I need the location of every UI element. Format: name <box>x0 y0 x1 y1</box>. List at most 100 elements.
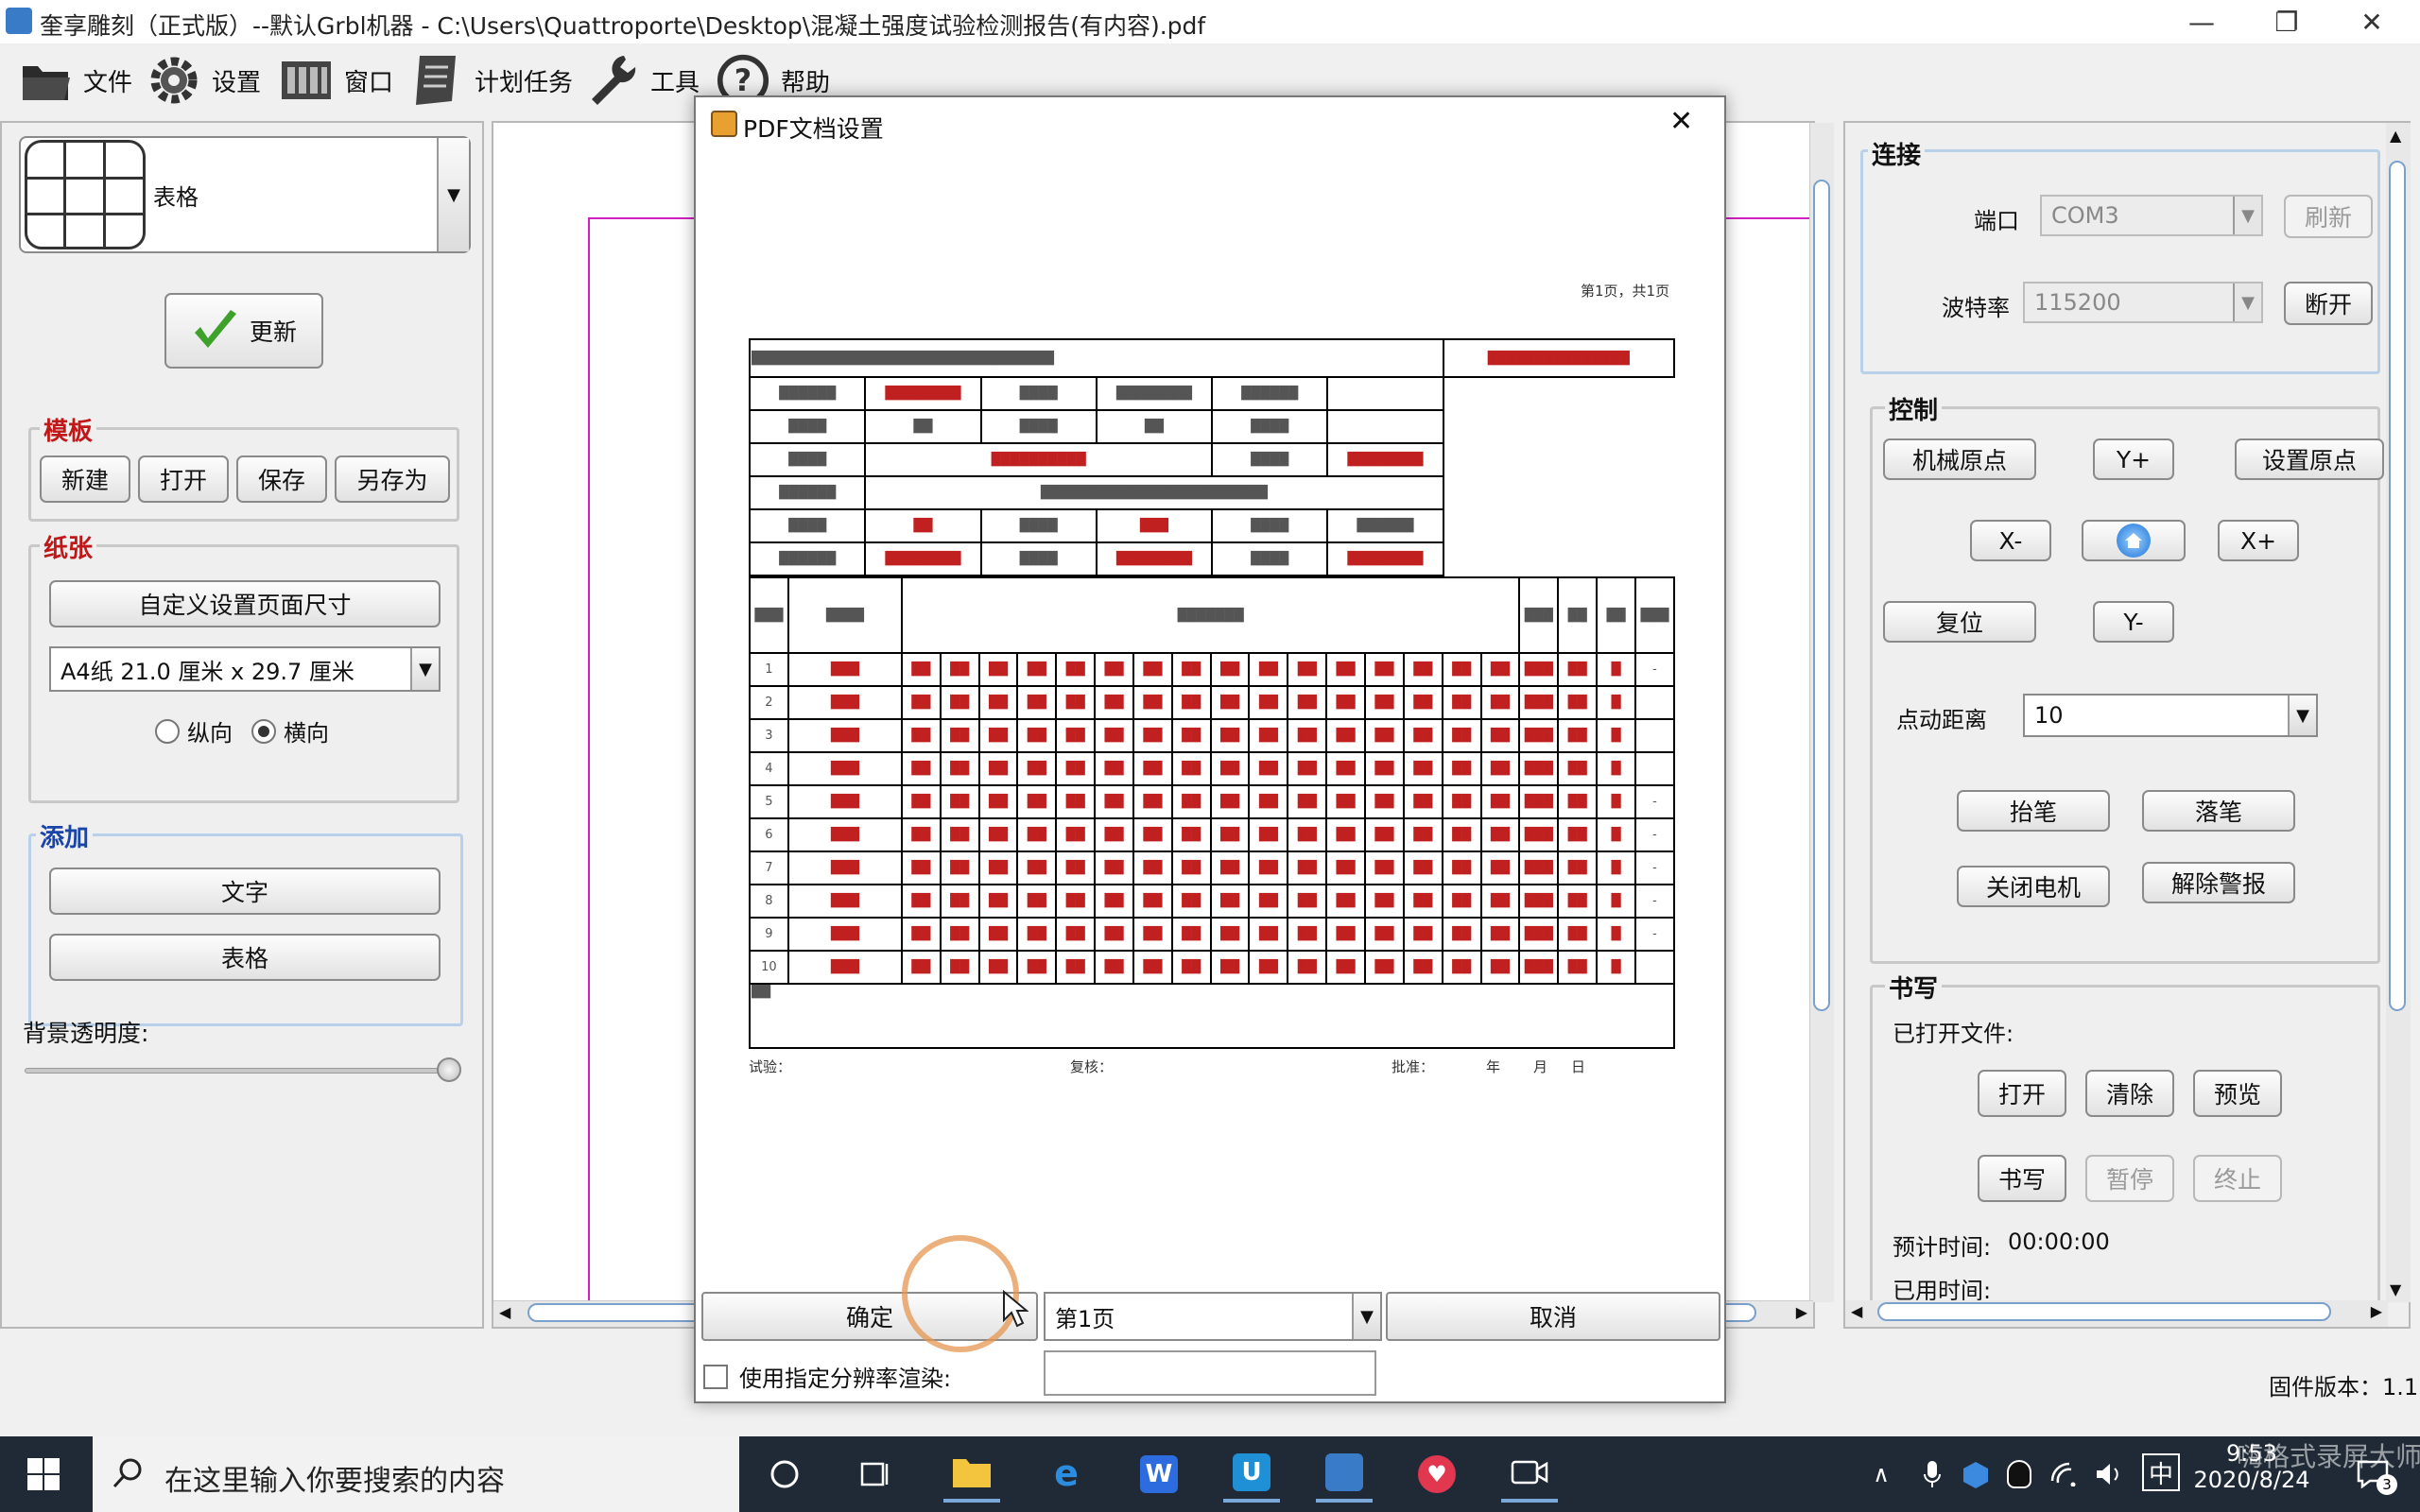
task-view-icon[interactable] <box>847 1446 904 1503</box>
machine-origin-button[interactable]: 机械原点 <box>1883 438 2036 480</box>
app-u-icon[interactable]: U <box>1223 1446 1280 1503</box>
page-select-value: 第1页 <box>1055 1305 1115 1332</box>
doc-footer-day: 日 <box>1571 1058 1586 1075</box>
jog-distance-select[interactable]: 10 ▼ <box>2023 694 2318 737</box>
chevron-down-icon[interactable]: ▼ <box>2233 197 2261 234</box>
qq-icon[interactable] <box>2000 1446 2038 1503</box>
wps-writer-icon[interactable]: W <box>1131 1446 1187 1503</box>
clear-alarm-button[interactable]: 解除警报 <box>2142 862 2295 903</box>
windows-start-icon[interactable] <box>15 1446 72 1503</box>
x-plus-button[interactable]: X+ <box>2218 520 2299 561</box>
clear-file-button[interactable]: 清除 <box>2085 1070 2174 1117</box>
update-button[interactable]: 更新 <box>164 293 323 369</box>
report-data-table: ███ ████ ███████ ███ ██ ██ ███ 1 ███ ██ ██ ██ ██ █… <box>749 576 1676 1049</box>
cortana-icon[interactable] <box>756 1446 813 1503</box>
scroll-down-icon[interactable]: ▼ <box>2390 1280 2401 1298</box>
paper-size-select[interactable]: A4纸 21.0 厘米 x 29.7 厘米 ▼ <box>49 646 441 692</box>
video-camera-icon[interactable] <box>1501 1446 1558 1503</box>
maximize-button[interactable]: ❐ <box>2244 0 2329 43</box>
y-plus-button[interactable]: Y+ <box>2093 438 2174 480</box>
pen-down-button[interactable]: 落笔 <box>2142 790 2295 832</box>
baud-rate-select[interactable]: 115200 ▼ <box>2023 282 2263 323</box>
port-select[interactable]: COM3 ▼ <box>2040 195 2263 236</box>
refresh-button[interactable]: 刷新 <box>2284 195 2373 238</box>
cancel-button[interactable]: 取消 <box>1386 1292 1720 1341</box>
right-horizontal-scrollbar[interactable]: ◀ ▶ <box>1845 1300 2388 1327</box>
home-button[interactable] <box>2082 520 2186 561</box>
chevron-down-icon[interactable]: ▼ <box>2288 696 2316 735</box>
microphone-icon[interactable] <box>1913 1446 1951 1503</box>
engraver-app-icon[interactable] <box>1316 1446 1373 1503</box>
menu-settings[interactable]: 设置 <box>147 47 261 113</box>
edge-browser-icon[interactable]: e <box>1038 1446 1095 1503</box>
java-app-icon <box>711 111 737 137</box>
connect-group-title: 连接 <box>1868 136 1926 171</box>
ime-indicator[interactable]: 中 <box>2142 1453 2180 1491</box>
reset-button[interactable]: 复位 <box>1883 601 2036 643</box>
title-bar: 奎享雕刻（正式版）--默认Grbl机器 - C:\Users\Quattropo… <box>0 0 2420 43</box>
chevron-down-icon[interactable]: ▼ <box>437 138 469 251</box>
scroll-right-icon[interactable]: ▶ <box>2371 1302 2382 1320</box>
new-template-button[interactable]: 新建 <box>40 455 130 503</box>
scroll-left-icon[interactable]: ◀ <box>499 1303 510 1321</box>
menu-window[interactable]: 窗口 <box>280 47 393 113</box>
write-button[interactable]: 书写 <box>1978 1155 2066 1202</box>
opacity-slider-track[interactable] <box>25 1068 456 1074</box>
scroll-up-icon[interactable]: ▲ <box>2390 127 2401 145</box>
preview-button[interactable]: 预览 <box>2193 1070 2282 1117</box>
chevron-down-icon[interactable]: ▼ <box>410 648 439 690</box>
custom-resolution-checkbox[interactable]: 使用指定分辨率渲染: <box>703 1360 951 1393</box>
set-origin-button[interactable]: 设置原点 <box>2235 438 2384 480</box>
right-horizontal-scroll-thumb[interactable] <box>1877 1302 2331 1321</box>
menu-tools[interactable]: 工具 <box>586 47 700 113</box>
save-as-template-button[interactable]: 另存为 <box>335 455 450 503</box>
custom-page-size-button[interactable]: 自定义设置页面尺寸 <box>49 580 441 627</box>
canvas-vertical-scrollbar[interactable] <box>1809 123 1834 1302</box>
x-minus-button[interactable]: X- <box>1970 520 2051 561</box>
close-window-button[interactable]: ✕ <box>2329 0 2414 43</box>
notification-center-icon[interactable]: 3 <box>2344 1446 2401 1503</box>
network-cube-icon[interactable] <box>1957 1446 1995 1503</box>
portrait-radio[interactable]: 纵向 <box>155 714 233 747</box>
opacity-slider-thumb[interactable] <box>437 1057 461 1082</box>
right-scroll-thumb[interactable] <box>2389 161 2406 1011</box>
disconnect-button[interactable]: 断开 <box>2284 282 2373 325</box>
menu-tasks-label: 计划任务 <box>475 68 574 97</box>
chevron-down-icon[interactable]: ▼ <box>1352 1294 1380 1339</box>
canvas-vertical-scroll-thumb[interactable] <box>1813 180 1830 1011</box>
volume-icon[interactable] <box>2091 1446 2129 1503</box>
scroll-icon <box>410 54 463 107</box>
template-select[interactable]: 表格 ▼ <box>19 136 471 253</box>
page-select[interactable]: 第1页 ▼ <box>1044 1292 1382 1341</box>
right-vertical-scrollbar[interactable]: ▲ ▼ <box>2386 123 2411 1302</box>
doc-footer-tester: 试验： <box>749 1058 792 1075</box>
scroll-left-icon[interactable]: ◀ <box>1851 1302 1862 1320</box>
taskbar-search-box[interactable]: 在这里输入你要搜索的内容 <box>93 1436 739 1512</box>
open-template-button[interactable]: 打开 <box>138 455 229 503</box>
port-value: COM3 <box>2051 202 2119 229</box>
opacity-label: 背景透明度: <box>23 1020 149 1047</box>
menu-tasks[interactable]: 计划任务 <box>410 47 573 113</box>
landscape-radio[interactable]: 横向 <box>251 714 329 747</box>
motor-off-button[interactable]: 关闭电机 <box>1957 866 2110 907</box>
chevron-down-icon[interactable]: ▼ <box>2233 284 2261 321</box>
pen-up-button[interactable]: 抬笔 <box>1957 790 2110 832</box>
add-text-button[interactable]: 文字 <box>49 868 441 915</box>
svg-text:?: ? <box>735 64 752 98</box>
pause-button[interactable]: 暂停 <box>2085 1155 2174 1202</box>
open-file-button[interactable]: 打开 <box>1978 1070 2066 1117</box>
y-minus-button[interactable]: Y- <box>2093 601 2174 643</box>
minimize-button[interactable]: — <box>2159 0 2244 43</box>
add-table-button[interactable]: 表格 <box>49 934 441 981</box>
tray-expand-icon[interactable]: ∧ <box>1862 1446 1900 1503</box>
resolution-input[interactable] <box>1044 1350 1376 1396</box>
stop-button[interactable]: 终止 <box>2193 1155 2282 1202</box>
page-border-left <box>588 217 590 1300</box>
heart-app-icon[interactable]: ♥ <box>1409 1446 1465 1503</box>
file-explorer-icon[interactable] <box>943 1446 1000 1503</box>
save-template-button[interactable]: 保存 <box>236 455 327 503</box>
dialog-close-button[interactable]: ✕ <box>1669 105 1693 138</box>
wifi-icon[interactable] <box>2046 1446 2083 1503</box>
menu-file[interactable]: 文件 <box>19 47 132 113</box>
scroll-right-icon[interactable]: ▶ <box>1796 1303 1807 1321</box>
